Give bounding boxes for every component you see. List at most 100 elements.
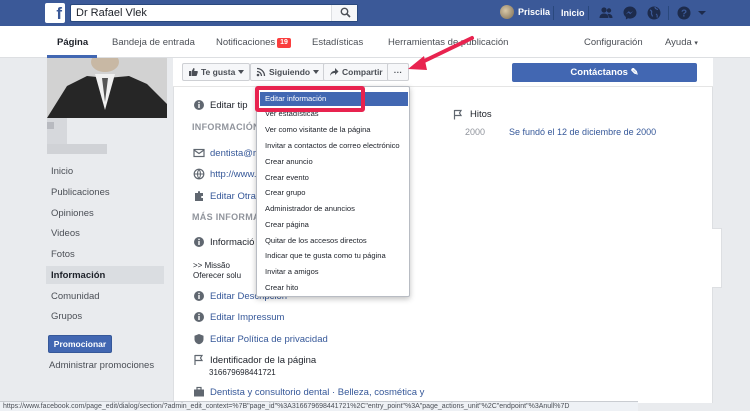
page-id-value: 316679698441721 [209,368,276,377]
help-icon[interactable]: ? [676,5,692,21]
menu-item-remove-shortcut[interactable]: Quitar de los accesos directos [265,236,367,245]
tab-notifications-label: Notificaciones [216,37,276,48]
email-value: dentista@ra [210,147,262,159]
website-row[interactable]: http://www.r [193,168,260,180]
manage-promotions-link[interactable]: Administrar promociones [49,360,154,371]
tab-notifications[interactable]: Notificaciones 19 [216,37,291,48]
puzzle-icon [195,191,203,201]
about-row: Informació [193,236,254,248]
friend-requests-icon[interactable] [598,5,614,21]
search-button[interactable] [331,5,357,21]
facebook-logo-icon[interactable]: f [45,3,65,23]
menu-item-ads-manager[interactable]: Administrador de anuncios [265,204,355,213]
search-box[interactable] [70,4,358,22]
menu-item-like-as-page[interactable]: Indicar que te gusta como tu página [265,251,386,260]
menu-item-create-milestone[interactable]: Crear hito [265,283,298,292]
profile-photo-image [47,58,167,118]
globe-icon [193,168,205,180]
edit-others-label: Editar Otras [210,190,261,202]
tab-insights[interactable]: Estadísticas [312,37,363,48]
info-section-title: INFORMACIÓN [192,122,260,132]
info-circle-icon [194,312,204,322]
annotation-highlight-box [255,86,365,112]
chevron-down-icon [313,70,320,74]
sidebar-item-home[interactable]: Inicio [51,166,73,177]
menu-item-invite-email-contacts[interactable]: Invitar a contactos de correo electrónic… [265,141,400,150]
more-info-section-title: MÁS INFORMA [192,212,260,222]
tab-page[interactable]: Página [57,37,88,48]
top-navigation-bar: f Priscila Inicio ? [0,0,750,26]
svg-text:?: ? [681,9,687,20]
menu-item-view-as-visitor[interactable]: Ver como visitante de la página [265,125,371,134]
category-link: Dentista y consultorio dental · Belleza,… [210,386,425,398]
briefcase-icon [194,386,204,397]
menu-item-create-page[interactable]: Crear página [265,220,309,229]
contact-us-button[interactable]: Contáctanos ✎ [512,63,697,82]
profile-picture[interactable] [47,58,167,118]
email-row[interactable]: dentista@ra [193,147,261,159]
shield-icon [194,334,204,345]
promote-button[interactable]: Promocionar [48,335,112,353]
sidebar-item-photos[interactable]: Fotos [51,249,75,260]
search-input[interactable] [71,5,321,21]
globe-notifications-icon[interactable] [646,5,662,21]
messenger-icon[interactable] [622,5,638,21]
help-menu[interactable]: Ayuda ▾ [665,37,698,48]
menu-item-invite-friends[interactable]: Invitar a amigos [265,267,319,276]
blurred-category-block [47,144,107,154]
info-circle-icon [194,291,204,301]
mission-line: >> Missão [193,261,230,270]
chevron-down-icon [238,70,245,74]
category-row[interactable]: Dentista y consultorio dental · Belleza,… [193,386,424,398]
edit-type-row[interactable]: Editar tip [193,99,248,111]
tab-inbox[interactable]: Bandeja de entrada [112,37,195,48]
home-link[interactable]: Inicio [561,8,585,18]
account-menu-chevron-icon[interactable] [694,5,710,21]
search-icon [340,7,351,18]
sidebar-item-about[interactable]: Información [51,270,105,281]
more-options-menu: Editar información Ver estadísticas Ver … [256,86,410,297]
tab-settings[interactable]: Configuración [584,37,643,48]
page-navigation: Página Bandeja de entrada Notificaciones… [0,26,750,58]
envelope-icon [193,148,205,158]
following-label: Siguiendo [269,67,311,77]
edit-privacy-row[interactable]: Editar Política de privacidad [193,333,328,345]
divider [668,6,669,20]
following-button[interactable]: Siguiendo [250,63,326,81]
milestone-link[interactable]: Se fundó el 12 de diciembre de 2000 [509,127,656,137]
blurred-name-block [47,122,54,129]
profile-name: Priscila [518,7,551,17]
flag-icon [453,109,463,120]
menu-item-create-group[interactable]: Crear grupo [265,188,306,197]
notification-count-badge: 19 [277,38,291,48]
profile-link[interactable]: Priscila [500,5,550,19]
browser-status-bar: https://www.facebook.com/page_edit/dialo… [0,401,638,411]
sidebar-item-reviews[interactable]: Opiniones [51,208,94,219]
milestones-header: Hitos [453,109,492,120]
pencil-icon: ✎ [630,67,639,78]
website-value: http://www.r [210,168,260,180]
menu-item-create-event[interactable]: Crear evento [265,173,309,182]
info-circle-icon [194,100,204,110]
like-button[interactable]: Te gusta [182,63,251,81]
share-label: Compartir [342,67,383,77]
edit-impressum-row[interactable]: Editar Impressum [193,311,284,323]
page-id-label: Identificador de la página [210,354,317,366]
sidebar-item-groups[interactable]: Grupos [51,311,82,322]
sidebar-item-videos[interactable]: Videos [51,228,80,239]
avatar [500,5,514,19]
divider [553,6,554,20]
sidebar-item-posts[interactable]: Publicaciones [51,187,110,198]
edit-type-label: Editar tip [210,99,248,111]
edit-others-row[interactable]: Editar Otras [193,190,261,202]
help-label: Ayuda [665,37,692,48]
flag-icon [194,354,204,365]
main-content [173,58,713,403]
chevron-down-icon: ▾ [694,40,698,47]
menu-item-create-ad[interactable]: Crear anuncio [265,157,313,166]
page-id-row: Identificador de la página [193,354,316,366]
rss-follow-icon [256,67,266,77]
sidebar-item-community[interactable]: Comunidad [51,291,100,302]
share-button[interactable]: Compartir [323,63,389,81]
share-arrow-icon [330,68,339,76]
